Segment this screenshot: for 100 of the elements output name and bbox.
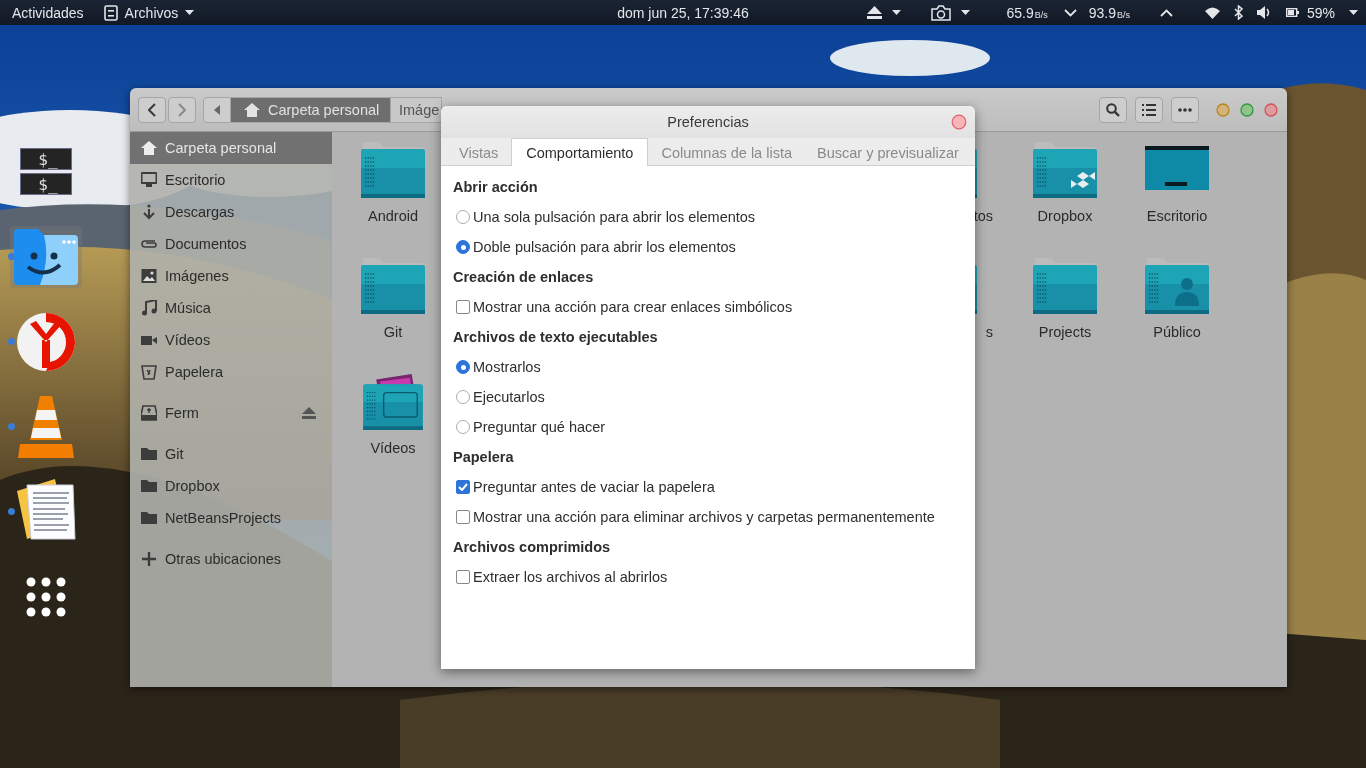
sidebar-item[interactable]: Descargas: [130, 196, 332, 228]
eject-icon: [867, 6, 883, 19]
option-label[interactable]: Mostrar una acción para crear enlaces simbólicos: [473, 299, 793, 315]
radio-button[interactable]: [456, 390, 470, 404]
chevron-left-icon: [148, 102, 156, 117]
drive-icon: [141, 405, 157, 421]
back-button[interactable]: [138, 96, 166, 123]
checkbox[interactable]: [456, 570, 470, 584]
file-name: Android: [368, 208, 418, 224]
chevron-right-icon: [178, 102, 186, 117]
option-label[interactable]: Preguntar qué hacer: [473, 419, 606, 435]
path-segment[interactable]: Imáge: [391, 96, 442, 123]
window-title: Preferencias: [667, 114, 749, 130]
minimize-button[interactable]: [1216, 102, 1230, 117]
triangle-left-icon: [214, 104, 220, 115]
monitor-icon: [141, 172, 157, 188]
screenshot-menu[interactable]: [931, 4, 971, 21]
camera-icon: [931, 4, 952, 21]
download-icon: [141, 204, 157, 220]
close-button[interactable]: [1264, 102, 1278, 117]
tab[interactable]: Comportamiento: [511, 138, 649, 166]
music-note-icon: [141, 300, 157, 316]
terminal-window: $_: [20, 148, 72, 170]
sidebar-item[interactable]: Ferm: [130, 397, 332, 429]
sidebar-item[interactable]: Carpeta personal: [130, 132, 332, 164]
sidebar-item[interactable]: Vídeos: [130, 324, 332, 356]
sidebar-label: Documentos: [165, 236, 248, 252]
sidebar-label: Música: [165, 300, 212, 316]
radio-button[interactable]: [456, 420, 470, 434]
option-label[interactable]: Doble pulsación para abrir los elementos: [473, 239, 736, 255]
sidebar-label: Imágenes: [165, 268, 230, 284]
face-folder-icon: [14, 228, 78, 285]
sidebar-item[interactable]: Dropbox: [130, 470, 332, 502]
sidebar-item[interactable]: NetBeansProjects: [130, 502, 332, 534]
sidebar-label: Ferm: [165, 405, 200, 421]
activities-button[interactable]: Actividades: [12, 4, 84, 21]
file-name: Escritorio: [1146, 208, 1208, 224]
sidebar-item[interactable]: Música: [130, 292, 332, 324]
sidebar-item[interactable]: Otras ubicaciones: [130, 543, 332, 575]
folder-icon: [141, 510, 157, 526]
view-toggle-button[interactable]: [1135, 96, 1163, 123]
sidebar-label: NetBeansProjects: [165, 510, 283, 526]
file-name: Vídeos: [370, 440, 416, 456]
more-icon: [1178, 107, 1192, 112]
film-folder-icon: [361, 374, 425, 430]
option-label[interactable]: Extraer los archivos al abrirlos: [473, 569, 668, 585]
option-label[interactable]: Mostrar una acción para eliminar archivos y carpetas permanentemente: [473, 509, 935, 525]
image-icon: [141, 268, 157, 284]
file-name: Git: [383, 324, 403, 340]
checkbox[interactable]: [456, 480, 470, 494]
traffic-cone-icon: [18, 395, 74, 458]
eject-icon[interactable]: [302, 407, 316, 419]
radio-button[interactable]: [456, 240, 470, 254]
path-segment[interactable]: Carpeta personal: [231, 96, 391, 123]
volume-icon: [1256, 6, 1272, 19]
radio-button[interactable]: [456, 210, 470, 224]
bluetooth-icon: [1233, 5, 1243, 20]
option-label[interactable]: Mostrarlos: [473, 359, 541, 375]
clock[interactable]: dom jun 25, 17:39:46: [617, 4, 749, 21]
sidebar-item[interactable]: Git: [130, 438, 332, 470]
dock-launcher[interactable]: $_ $_: [16, 145, 76, 198]
section-heading: Archivos comprimidos: [453, 538, 612, 557]
list-icon: [1142, 103, 1156, 116]
path-scroll-button[interactable]: [203, 96, 231, 123]
search-icon: [1106, 102, 1120, 117]
search-button[interactable]: [1099, 96, 1127, 123]
box-folder-icon: [1033, 142, 1097, 198]
menu-button[interactable]: [1171, 96, 1199, 123]
system-menu[interactable]: 59%: [1204, 4, 1358, 21]
upload-chevron-icon: [1159, 8, 1173, 17]
file-name: Projects: [1038, 324, 1092, 340]
checkmark-icon: [458, 483, 468, 491]
radio-button[interactable]: [456, 360, 470, 374]
download-chevron-icon: [1063, 8, 1077, 17]
checkbox[interactable]: [456, 510, 470, 524]
file-name: s: [985, 324, 993, 340]
app-menu[interactable]: Archivos: [103, 4, 195, 21]
checkbox[interactable]: [456, 300, 470, 314]
sidebar-label: Vídeos: [165, 332, 212, 348]
terminal-window: $_: [20, 173, 72, 195]
sidebar-item[interactable]: Papelera: [130, 356, 332, 388]
plus-icon: [141, 551, 157, 567]
sidebar-item[interactable]: Imágenes: [130, 260, 332, 292]
option-label[interactable]: Una sola pulsación para abrir los elementos: [473, 209, 756, 225]
app-grid-icon: [26, 576, 66, 617]
option-label[interactable]: Preguntar antes de vaciar la papelera: [473, 479, 715, 495]
media-menu[interactable]: [867, 6, 902, 19]
section-heading: Papelera: [453, 448, 515, 467]
trash-icon: [141, 364, 157, 380]
sidebar-item[interactable]: Documentos: [130, 228, 332, 260]
dock-launcher[interactable]: [10, 225, 82, 288]
section-heading: Archivos de texto ejecutables: [453, 328, 659, 347]
sidebar-label: Escritorio: [165, 172, 227, 188]
close-button[interactable]: [951, 114, 967, 130]
option-label[interactable]: Ejecutarlos: [473, 389, 545, 405]
browser-icon: [16, 311, 76, 372]
speed-unit: B/s: [1116, 9, 1130, 20]
sidebar-item[interactable]: Escritorio: [130, 164, 332, 196]
maximize-button[interactable]: [1240, 102, 1254, 117]
folder-icon: [361, 142, 425, 198]
